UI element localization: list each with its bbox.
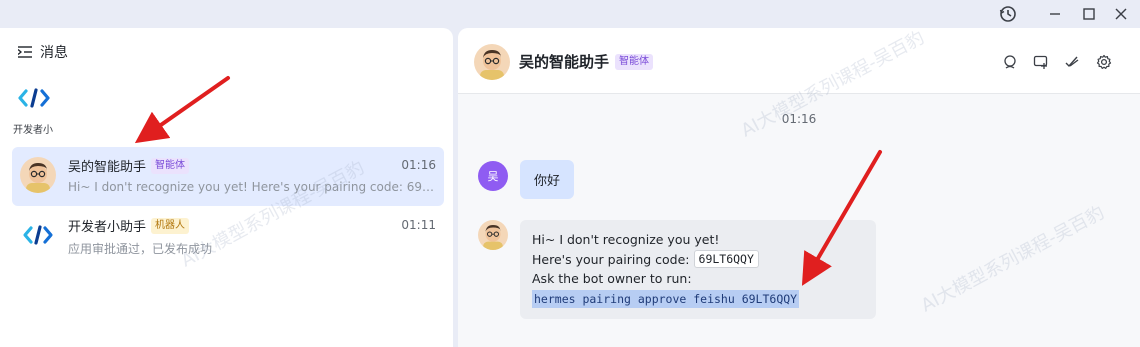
title-bar [0, 0, 1140, 28]
chat-preview: 应用审批通过，已发布成功 [68, 242, 213, 256]
user-avatar[interactable]: 吴 [478, 161, 508, 191]
chat-title: 开发者小助手 [68, 220, 147, 235]
app-logo-icon[interactable] [18, 87, 50, 109]
chat-time: 01:11 [401, 218, 436, 232]
message-timestamp: 01:16 [781, 112, 817, 126]
messages-header: 消息 [17, 42, 68, 62]
approve-command[interactable]: hermes pairing approve feishu 69LT6QQY [532, 289, 800, 308]
app-logo-label: 开发者小 [13, 125, 53, 136]
bot-line-1: Hi~ I don't recognize you yet! [532, 232, 720, 247]
agent-badge: 智能体 [151, 157, 190, 174]
conversation-list-panel: 消息 开发者小 吴的智能助手 智能体 01:16 Hi~ I don't rec… [0, 28, 453, 347]
chat-header-title-group: 吴的智能助手 智能体 [519, 51, 654, 72]
new-topic-icon[interactable] [1031, 52, 1051, 72]
bot-badge: 机器人 [151, 217, 190, 234]
chat-name: 吴的智能助手 智能体 [68, 156, 190, 175]
bot-line-3: Ask the bot owner to run: [532, 271, 692, 286]
agent-badge: 智能体 [615, 53, 654, 70]
minimize-icon[interactable] [1044, 4, 1066, 24]
maximize-icon[interactable] [1078, 4, 1100, 24]
bot-message-bubble: Hi~ I don't recognize you yet! Here's yo… [520, 220, 876, 319]
bot-command-line: hermes pairing approve feishu 69LT6QQY [532, 289, 864, 308]
chat-item-assistant[interactable]: 吴的智能助手 智能体 01:16 Hi~ I don't recognize y… [12, 147, 444, 206]
chat-header: 吴的智能助手 智能体 [458, 28, 1140, 94]
chat-header-title: 吴的智能助手 [519, 53, 610, 71]
chat-item-dev-helper[interactable]: 开发者小助手 机器人 01:11 应用审批通过，已发布成功 [12, 207, 444, 266]
mark-done-icon[interactable] [1062, 52, 1082, 72]
search-chat-icon[interactable] [1000, 52, 1020, 72]
chat-title: 吴的智能助手 [68, 160, 147, 175]
assistant-message-avatar[interactable] [478, 220, 508, 250]
settings-gear-icon[interactable] [1094, 52, 1114, 72]
history-icon[interactable] [997, 4, 1019, 24]
user-message-bubble: 你好 [520, 160, 575, 199]
dev-helper-avatar [20, 217, 56, 253]
chat-name: 开发者小助手 机器人 [68, 216, 190, 235]
chat-panel: 吴的智能助手 智能体 01:16 吴 你好 Hi~ I don't recogn… [458, 28, 1140, 347]
assistant-avatar[interactable] [474, 44, 510, 80]
collapse-sidebar-icon[interactable] [17, 43, 32, 62]
chat-preview: Hi~ I don't recognize you yet! Here's yo… [68, 180, 434, 194]
assistant-avatar [20, 157, 56, 193]
chat-time: 01:16 [401, 158, 436, 172]
messages-title: 消息 [40, 45, 68, 61]
pairing-code[interactable]: 69LT6QQY [693, 250, 759, 269]
close-icon[interactable] [1110, 4, 1132, 24]
bot-line-2: Here's your pairing code: 69LT6QQY [532, 250, 864, 270]
pairing-code-label: Here's your pairing code: [532, 251, 690, 267]
